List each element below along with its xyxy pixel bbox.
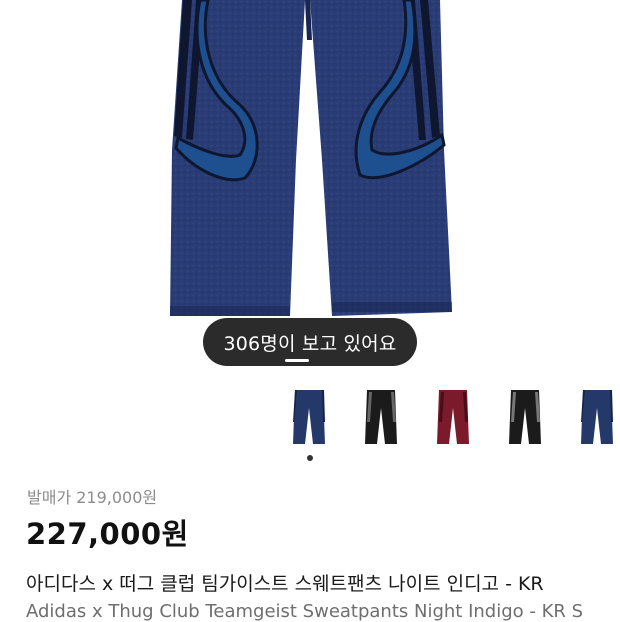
thumbnail-image — [437, 390, 469, 444]
carousel-page-dot — [307, 455, 313, 461]
thumbnail-2[interactable] — [350, 382, 412, 448]
viewer-count-badge: 306명이 보고 있어요 — [203, 318, 417, 366]
viewer-count-text: 306명이 보고 있어요 — [223, 332, 397, 355]
thumbnail-3[interactable] — [422, 382, 484, 448]
release-price: 발매가 219,000원 — [27, 488, 158, 507]
current-price: 227,000원 — [26, 517, 189, 551]
thumbnail-4[interactable] — [494, 382, 556, 448]
thumbnail-1[interactable] — [278, 382, 340, 448]
thumbnail-image — [581, 390, 613, 444]
product-title-english[interactable]: Adidas x Thug Club Teamgeist Sweatpants … — [26, 601, 583, 622]
product-title-korean[interactable]: 아디다스 x 떠그 클럽 팀가이스트 스웨트팬츠 나이트 인디고 - KR — [26, 569, 544, 596]
thumbnail-image — [509, 390, 541, 444]
thumbnail-5[interactable] — [566, 382, 620, 448]
thumbnail-image — [293, 390, 325, 444]
thumbnail-image — [365, 390, 397, 444]
pill-indicator — [285, 359, 309, 362]
thumbnail-strip — [278, 382, 620, 448]
